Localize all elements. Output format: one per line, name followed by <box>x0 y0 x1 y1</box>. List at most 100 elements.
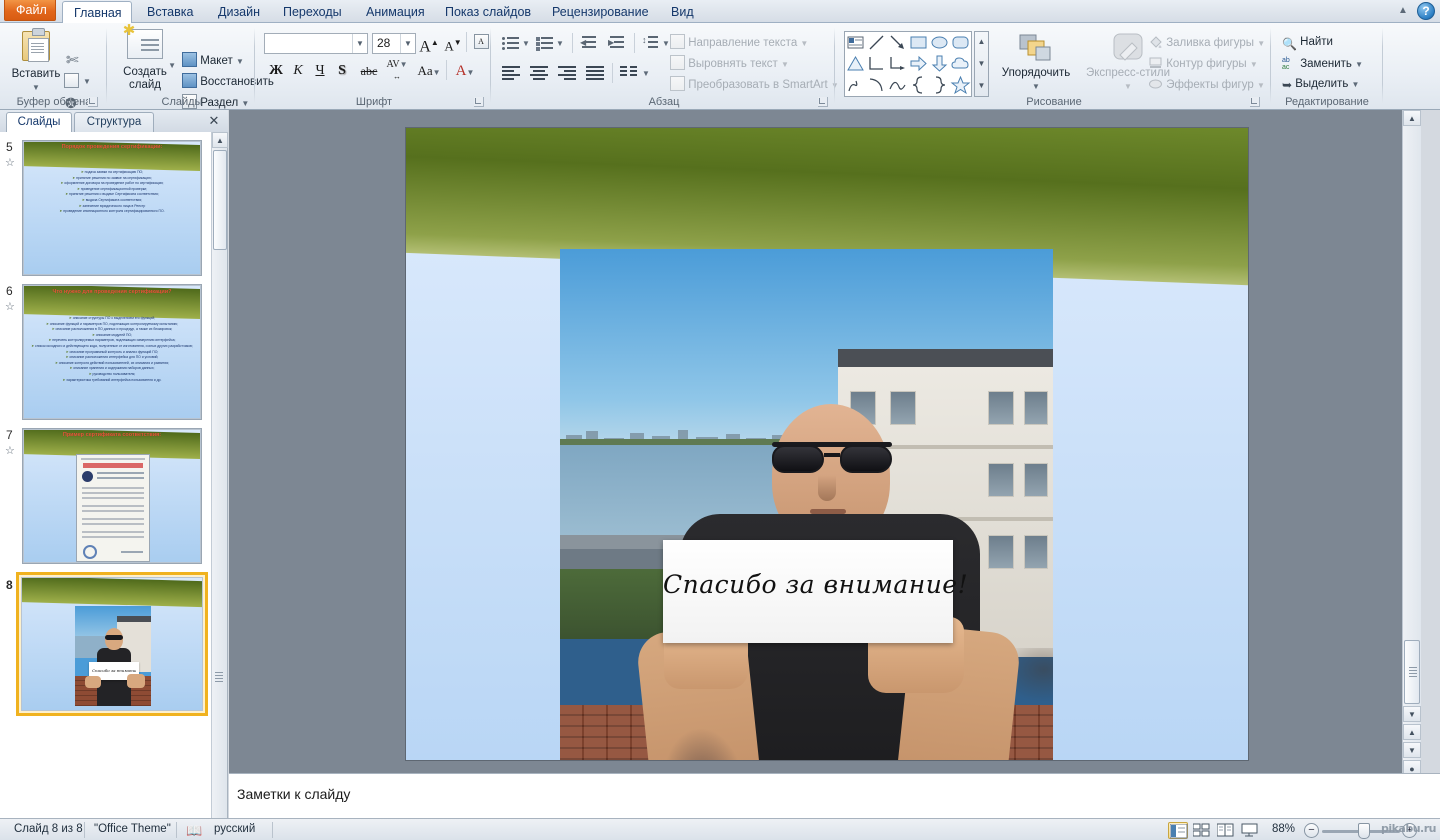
shape-outline-button[interactable]: Контур фигуры ▼ <box>1148 52 1258 75</box>
slide-photo[interactable]: Спасибо за внимание! <box>560 249 1053 760</box>
paste-dropdown-caret[interactable]: ▼ <box>8 81 64 94</box>
pane-scroll-thumb[interactable] <box>213 150 227 250</box>
tab-view[interactable]: Вид <box>660 1 705 23</box>
line-spacing-caret[interactable]: ▼ <box>662 39 670 48</box>
bulleted-list-icon[interactable] <box>502 35 519 51</box>
clear-formatting-icon[interactable]: A <box>470 33 492 53</box>
current-slide[interactable]: Спасибо за внимание! <box>406 128 1248 760</box>
strikethrough-button[interactable]: abc <box>356 61 382 81</box>
rounded-rectangle-icon[interactable] <box>950 32 971 53</box>
help-icon[interactable]: ? <box>1417 2 1435 20</box>
font-name-caret[interactable]: ▼ <box>352 34 367 53</box>
curve-icon[interactable] <box>887 74 908 95</box>
shape-fill-button[interactable]: Заливка фигуры ▼ <box>1148 31 1265 54</box>
font-size-input[interactable]: 28 ▼ <box>372 33 416 54</box>
columns-caret[interactable]: ▼ <box>642 69 650 78</box>
cloud-icon[interactable] <box>950 53 971 74</box>
underline-button[interactable]: Ч <box>310 61 330 81</box>
thumbnail-slide-8[interactable]: 8 Спа <box>0 572 212 722</box>
shapes-more-icon[interactable]: ▼ <box>975 78 988 94</box>
increase-indent-icon[interactable]: ▶ <box>608 35 625 51</box>
bold-button[interactable]: Ж <box>266 61 286 81</box>
pane-scroll-grip[interactable] <box>215 672 223 684</box>
zoom-level[interactable]: 88% <box>1272 823 1295 835</box>
change-case-button[interactable]: Aa▼ <box>414 61 444 81</box>
copy-icon[interactable]: ▼ <box>64 73 79 91</box>
elbow-arrow-icon[interactable] <box>887 53 908 74</box>
new-slide-button[interactable]: ✱ Создать слайд ▼ <box>114 29 176 92</box>
text-shadow-button[interactable]: S <box>332 61 352 81</box>
normal-view-icon[interactable] <box>1168 822 1188 839</box>
layout-caret[interactable]: ▼ <box>236 57 244 66</box>
pane-scroll-up-icon[interactable]: ▲ <box>212 132 228 148</box>
replace-button[interactable]: abac Заменить ▼ <box>1282 52 1363 75</box>
reading-view-icon[interactable] <box>1216 822 1236 839</box>
thumbnail-frame[interactable]: Порядок проведения сертификации: подача … <box>22 140 202 276</box>
pane-tab-slides[interactable]: Слайды <box>6 112 72 132</box>
font-color-button[interactable]: A▼ <box>452 61 478 81</box>
slide-sorter-icon[interactable] <box>1192 822 1212 839</box>
tab-insert[interactable]: Вставка <box>136 1 204 23</box>
line-spacing-icon[interactable]: ↕ <box>642 35 659 51</box>
paragraph-dialog-launcher[interactable] <box>818 97 828 107</box>
grow-font-button[interactable]: A▲ <box>418 33 440 53</box>
paste-button[interactable]: Вставить ▼ <box>8 31 64 94</box>
character-spacing-button[interactable]: AV▼↔ <box>384 59 410 81</box>
tab-design[interactable]: Дизайн <box>207 1 271 23</box>
shapes-scroll-down-icon[interactable]: ▼ <box>975 56 988 72</box>
pane-tab-outline[interactable]: Структура <box>74 112 154 132</box>
align-left-icon[interactable] <box>502 65 520 81</box>
zoom-slider-knob[interactable] <box>1358 823 1370 839</box>
text-direction-button[interactable]: Направление текста ▼ <box>670 31 808 54</box>
minimize-ribbon-icon[interactable]: ▲ <box>1396 4 1410 18</box>
previous-slide-button[interactable]: ▲ <box>1403 724 1421 740</box>
ellipse-icon[interactable] <box>929 32 950 53</box>
shape-effects-button[interactable]: Эффекты фигур ▼ <box>1148 73 1265 96</box>
thumbnail-frame[interactable]: Что нужно для проведения сертификации? о… <box>22 284 202 420</box>
left-brace-icon[interactable] <box>908 74 929 95</box>
arrange-caret[interactable]: ▼ <box>996 80 1076 93</box>
find-button[interactable]: 🔍 Найти <box>1282 31 1333 52</box>
triangle-icon[interactable] <box>845 53 866 74</box>
align-center-icon[interactable] <box>530 65 548 81</box>
arc-icon[interactable] <box>866 74 887 95</box>
bullets-caret[interactable]: ▼ <box>522 39 530 48</box>
shrink-font-button[interactable]: A▼ <box>442 33 464 53</box>
select-button[interactable]: ➥ Выделить ▼ <box>1282 73 1359 95</box>
columns-icon[interactable] <box>620 65 638 81</box>
decrease-indent-icon[interactable]: ◀ <box>580 35 597 51</box>
theme-name[interactable]: "Office Theme" <box>94 823 171 835</box>
rectangle-icon[interactable] <box>908 32 929 53</box>
stage-scroll-down-icon[interactable]: ▼ <box>1403 706 1421 722</box>
down-arrow-icon[interactable] <box>929 53 950 74</box>
numbering-caret[interactable]: ▼ <box>556 39 564 48</box>
thumbnail-frame-selected[interactable]: Спасибо за внимание! <box>16 572 208 716</box>
slide-vertical-scrollbar[interactable]: ▲ ▼ ▲ ▼ ● <box>1402 110 1421 773</box>
tab-animations[interactable]: Анимация <box>355 1 436 23</box>
stage-scroll-thumb[interactable] <box>1404 640 1420 704</box>
text-box-icon[interactable] <box>845 32 866 53</box>
new-slide-caret[interactable]: ▼ <box>168 59 176 72</box>
freeform-icon[interactable] <box>845 74 866 95</box>
notes-pane[interactable]: Заметки к слайду <box>229 773 1440 818</box>
shapes-gallery[interactable] <box>844 31 972 97</box>
font-size-caret[interactable]: ▼ <box>400 34 415 53</box>
font-name-input[interactable]: ▼ <box>264 33 368 54</box>
zoom-out-icon[interactable]: − <box>1304 823 1319 838</box>
shapes-gallery-scrollbar[interactable]: ▲ ▼ ▼ <box>974 31 989 97</box>
tab-review[interactable]: Рецензирование <box>541 1 660 23</box>
close-icon[interactable]: ✕ <box>206 113 222 129</box>
layout-button[interactable]: Макет ▼ <box>182 49 244 72</box>
justify-icon[interactable] <box>586 65 604 81</box>
language-indicator[interactable]: русский <box>214 823 255 835</box>
drawing-dialog-launcher[interactable] <box>1250 97 1260 107</box>
convert-smartart-button[interactable]: Преобразовать в SmartArt ▼ <box>670 73 839 96</box>
spellcheck-icon[interactable]: 📖 <box>186 823 202 839</box>
slideshow-icon[interactable] <box>1240 822 1260 839</box>
cut-icon[interactable]: ✄ <box>66 51 79 69</box>
right-brace-icon[interactable] <box>929 74 950 95</box>
right-arrow-icon[interactable] <box>908 53 929 74</box>
stage-scroll-up-icon[interactable]: ▲ <box>1403 110 1421 126</box>
tab-file[interactable]: Файл <box>4 0 56 21</box>
slide-counter[interactable]: Слайд 8 из 8 <box>14 823 83 835</box>
